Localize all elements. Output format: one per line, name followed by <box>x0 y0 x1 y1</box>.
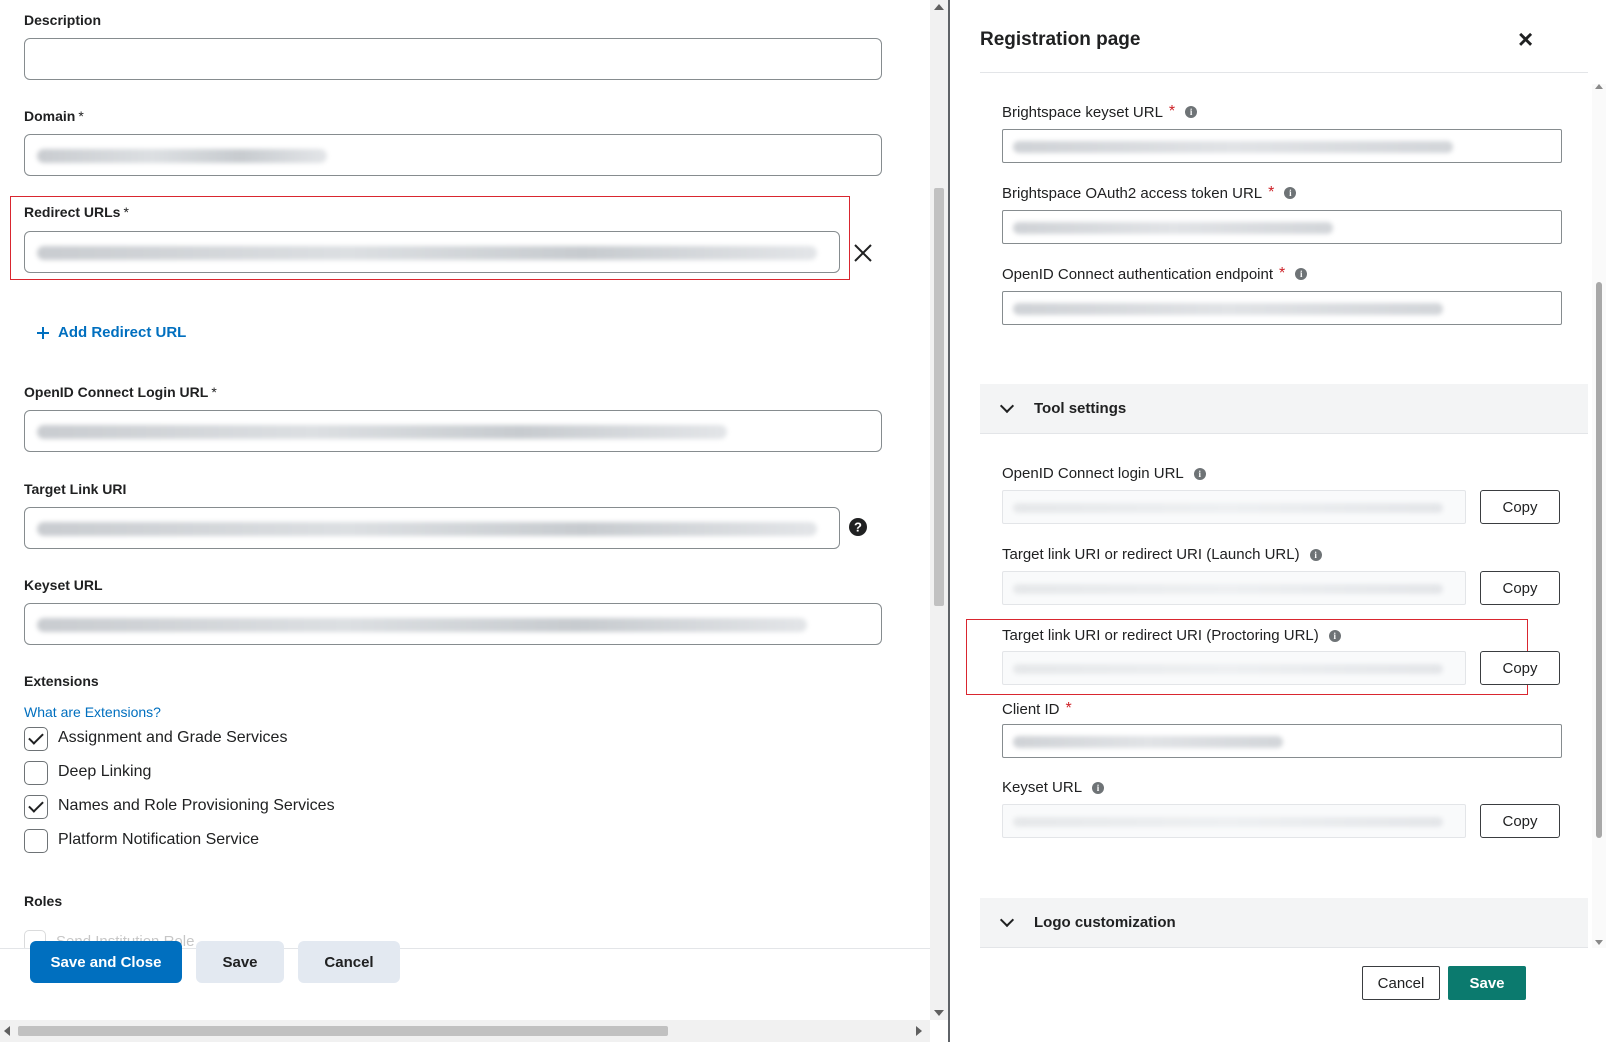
description-label: Description <box>24 12 102 28</box>
oauth2-token-label: Brightspace OAuth2 access token URL * i <box>1002 184 1297 202</box>
add-redirect-url-link[interactable]: Add Redirect URL <box>36 324 186 341</box>
dialog-scrollbar[interactable] <box>1592 84 1606 948</box>
oauth2-token-input[interactable] <box>1002 210 1562 244</box>
proctoring-url-label: Target link URI or redirect URI (Proctor… <box>1002 627 1341 644</box>
extension-label-pns: Platform Notification Service <box>58 831 259 848</box>
brightspace-keyset-label: Brightspace keyset URL * i <box>1002 103 1198 121</box>
proctoring-url-value <box>1002 651 1466 685</box>
copy-launch-url-button[interactable]: Copy <box>1480 571 1560 605</box>
launch-url-value <box>1002 571 1466 605</box>
info-icon[interactable]: i <box>1295 268 1308 280</box>
domain-label: Domain * <box>24 108 84 124</box>
tool-settings-section[interactable]: Tool settings <box>980 384 1588 434</box>
copy-oidc-login-url-button[interactable]: Copy <box>1480 490 1560 524</box>
client-id-label: Client ID * <box>1002 700 1072 718</box>
dialog-scroll-down-arrow-icon[interactable] <box>1595 940 1603 945</box>
extensions-help-link[interactable]: What are Extensions? <box>24 704 161 720</box>
target-link-input[interactable] <box>24 507 840 549</box>
logo-customization-title: Logo customization <box>1034 914 1176 931</box>
extension-checkbox-nrps[interactable] <box>24 795 48 819</box>
dialog-scroll-up-arrow-icon[interactable] <box>1595 84 1603 89</box>
keyset-url-value <box>1002 804 1466 838</box>
oidc-login-url-value <box>1002 490 1466 524</box>
dialog-save-button[interactable]: Save <box>1448 966 1526 1000</box>
dialog-cancel-button[interactable]: Cancel <box>1362 966 1440 1000</box>
oidc-auth-endpoint-input[interactable] <box>1002 291 1562 325</box>
info-icon[interactable]: i <box>1309 548 1322 561</box>
roles-label: Roles <box>24 893 63 909</box>
keyset-url-input[interactable] <box>24 603 882 645</box>
save-button[interactable]: Save <box>196 941 284 983</box>
oidc-login-url-label: OpenID Connect login URL i <box>1002 465 1206 482</box>
title-divider <box>980 72 1588 73</box>
info-icon[interactable]: i <box>1328 629 1341 642</box>
scroll-up-arrow-icon[interactable] <box>934 4 944 10</box>
redirect-url-input[interactable] <box>24 231 840 273</box>
horizontal-scroll-thumb[interactable] <box>18 1026 668 1036</box>
scroll-left-arrow-icon[interactable] <box>4 1026 10 1036</box>
extension-checkbox-pns[interactable] <box>24 829 48 853</box>
scroll-right-arrow-icon[interactable] <box>916 1026 922 1036</box>
extension-label-nrps: Names and Role Provisioning Services <box>58 797 335 814</box>
dialog-title: Registration page <box>980 29 1141 50</box>
domain-input[interactable] <box>24 134 882 176</box>
cancel-button[interactable]: Cancel <box>298 941 400 983</box>
redirect-urls-label: Redirect URLs * <box>24 204 129 220</box>
client-id-input[interactable] <box>1002 724 1562 758</box>
horizontal-scrollbar[interactable] <box>0 1020 930 1042</box>
oidc-auth-endpoint-label: OpenID Connect authentication endpoint * i <box>1002 265 1308 283</box>
keyset-url-label-right: Keyset URL i <box>1002 779 1105 796</box>
extension-checkbox-deep-linking[interactable] <box>24 761 48 785</box>
save-and-close-button[interactable]: Save and Close <box>30 941 182 983</box>
copy-proctoring-url-button[interactable]: Copy <box>1480 651 1560 685</box>
target-link-label: Target Link URI <box>24 481 127 497</box>
openid-login-label: OpenID Connect Login URL * <box>24 384 217 400</box>
extension-checkbox-ags[interactable] <box>24 727 48 751</box>
logo-customization-section[interactable]: Logo customization <box>980 898 1588 948</box>
openid-login-input[interactable] <box>24 410 882 452</box>
info-icon[interactable]: i <box>1092 781 1105 794</box>
extension-label-ags: Assignment and Grade Services <box>58 729 288 746</box>
launch-url-label: Target link URI or redirect URI (Launch … <box>1002 546 1322 563</box>
svg-text:?: ? <box>854 520 862 535</box>
scroll-down-arrow-icon[interactable] <box>934 1010 944 1016</box>
chevron-down-icon <box>999 398 1015 413</box>
info-icon[interactable]: i <box>1193 467 1206 480</box>
form-footer: Save and Close Save Cancel <box>0 941 930 1020</box>
lti-tool-form: Description Domain * Redirect URLs * Add R… <box>0 0 948 1042</box>
info-icon[interactable]: i <box>1185 106 1198 118</box>
copy-keyset-url-button[interactable]: Copy <box>1480 804 1560 838</box>
vertical-scrollbar[interactable] <box>930 0 948 1020</box>
info-icon[interactable]: i <box>1284 187 1297 199</box>
extensions-label: Extensions <box>24 673 99 689</box>
close-icon[interactable]: × <box>1518 24 1533 54</box>
tool-settings-title: Tool settings <box>1034 400 1127 417</box>
extension-label-deep-linking: Deep Linking <box>58 763 152 780</box>
plus-icon <box>37 326 49 339</box>
remove-redirect-url-icon[interactable] <box>852 242 874 264</box>
help-icon[interactable]: ? <box>848 517 868 537</box>
brightspace-keyset-input[interactable] <box>1002 129 1562 163</box>
dialog-scroll-thumb[interactable] <box>1596 282 1602 838</box>
keyset-url-label: Keyset URL <box>24 577 103 593</box>
registration-dialog: Registration page × Brightspace keyset U… <box>950 0 1612 1042</box>
description-input[interactable] <box>24 38 882 80</box>
chevron-down-icon <box>999 912 1015 927</box>
vertical-scroll-thumb[interactable] <box>934 188 944 606</box>
